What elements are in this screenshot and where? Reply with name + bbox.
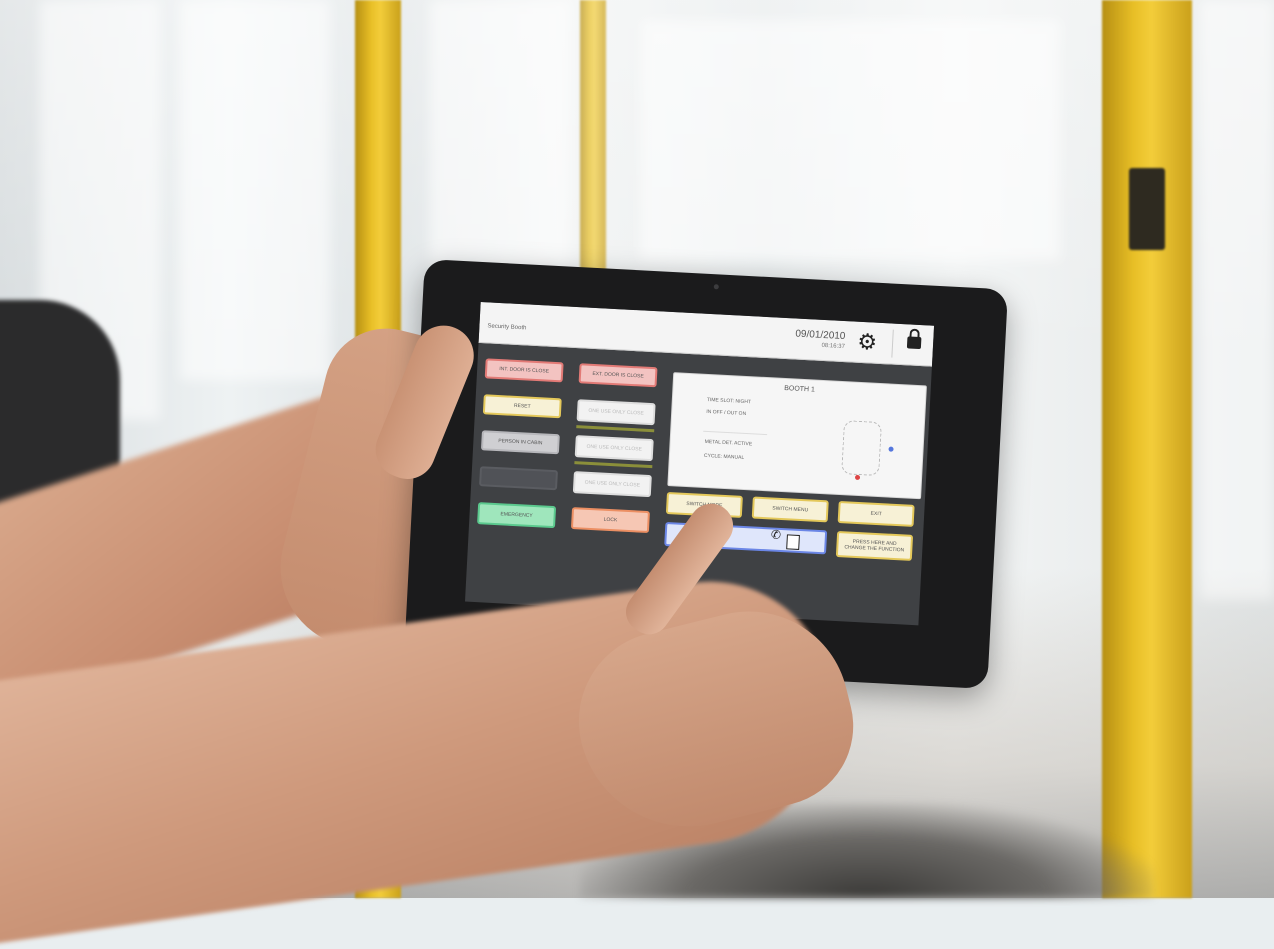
phone-icon[interactable]: ✆ bbox=[771, 527, 782, 542]
camera-icon bbox=[713, 284, 719, 290]
ext-door-close-button[interactable]: EXT. DOOR IS CLOSE bbox=[578, 363, 658, 388]
booth-door-diagram bbox=[841, 420, 882, 477]
one-use-button-2[interactable]: ONE USE ONLY CLOSE bbox=[574, 435, 654, 462]
person-in-cabin-button[interactable]: PERSON IN CABIN bbox=[480, 430, 560, 455]
checkbox-icon[interactable] bbox=[786, 534, 800, 550]
booth-status-panel: BOOTH 1 TIME SLOT: NIGHT IN OFF / OUT ON… bbox=[667, 372, 927, 500]
int-door-close-button[interactable]: INT. DOOR IS CLOSE bbox=[484, 358, 564, 383]
lock-icon[interactable] bbox=[906, 336, 922, 350]
window-glare bbox=[640, 20, 1060, 260]
sensor-dot bbox=[888, 446, 894, 452]
header-date: 09/01/2010 bbox=[795, 328, 846, 343]
emergency-button[interactable]: EMERGENCY bbox=[477, 502, 557, 529]
reset-button[interactable]: RESET bbox=[482, 394, 562, 419]
lock-button[interactable]: LOCK bbox=[570, 507, 650, 534]
divider bbox=[703, 430, 768, 436]
exit-button[interactable]: EXIT bbox=[837, 500, 915, 527]
header-time: 08:16:37 bbox=[821, 342, 845, 351]
yellow-pole bbox=[580, 0, 606, 300]
change-function-button[interactable]: PRESS HERE AND CHANGE THE FUNCTION bbox=[835, 530, 914, 561]
one-use-button-3[interactable]: ONE USE ONLY CLOSE bbox=[572, 471, 652, 498]
window-glare bbox=[430, 0, 570, 270]
yellow-pole bbox=[1102, 0, 1192, 898]
empty-slot-button bbox=[479, 466, 558, 491]
booth-info-line: IN OFF / OUT ON bbox=[706, 408, 747, 418]
app-title: Security Booth bbox=[487, 323, 527, 332]
one-use-button-1[interactable]: ONE USE ONLY CLOSE bbox=[576, 399, 656, 426]
divider bbox=[891, 329, 894, 358]
window-glare bbox=[180, 0, 330, 380]
pole-slot bbox=[1129, 168, 1165, 250]
switch-menu-button[interactable]: SWITCH MENU bbox=[751, 496, 829, 523]
gear-icon[interactable]: ⚙ bbox=[857, 329, 878, 355]
status-strip bbox=[576, 425, 655, 433]
booth-info-line: TIME SLOT: NIGHT bbox=[706, 396, 752, 406]
status-strip bbox=[574, 461, 653, 469]
booth-info-line: METAL DET. ACTIVE bbox=[704, 438, 753, 448]
alarm-dot bbox=[854, 474, 861, 481]
header-bar: Security Booth 09/01/2010 08:16:37 ⚙ bbox=[478, 301, 935, 367]
window-glare bbox=[1200, 0, 1274, 600]
booth-info-line: CYCLE: MANUAL bbox=[703, 452, 745, 461]
